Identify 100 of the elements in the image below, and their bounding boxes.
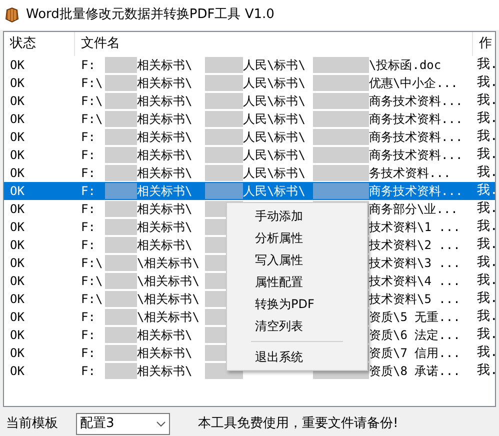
table-cell-text: 我. (476, 254, 495, 272)
table-cell-text: 我. (476, 110, 495, 128)
path-text: F: (81, 309, 96, 326)
path-text: 相关标书\ (137, 327, 194, 344)
table-cell-text: OK (9, 345, 26, 362)
path-text: 相关标书\ (137, 165, 194, 182)
column-header[interactable]: 文件名 (75, 32, 473, 56)
table-cell-text: 我. (476, 128, 495, 146)
path-text: 相关标书\ (137, 219, 194, 236)
table-cell-text: 我. (476, 92, 495, 110)
table-cell-text: 我. (476, 272, 495, 290)
status-message: 本工具免费使用，重要文件请备份! (198, 415, 398, 434)
app-icon (4, 7, 20, 23)
path-text: F: (81, 345, 96, 362)
mosaic-redaction (105, 273, 137, 289)
table-cell-text: 我. (476, 290, 495, 308)
path-text: 相关标书\ (137, 345, 194, 362)
path-text: F: (81, 147, 96, 164)
path-text: F:\ (81, 75, 104, 92)
path-text: 技术资料\3 ... (369, 255, 460, 272)
path-text: 人民\标书\ (243, 165, 306, 182)
path-text: 资质\5 无重... (369, 309, 460, 326)
path-text: 商务技术资料... (369, 93, 463, 110)
mosaic-redaction (313, 93, 369, 109)
column-header[interactable]: 作 (473, 32, 495, 56)
path-text: \相关标书\ (137, 273, 200, 290)
path-text: 相关标书\ (137, 75, 194, 92)
mosaic-redaction (313, 183, 369, 199)
window-title: Word批量修改元数据并转换PDF工具 V1.0 (26, 6, 274, 24)
table-cell-text: 我. (476, 344, 495, 362)
mosaic-redaction (313, 147, 369, 163)
mosaic-redaction (313, 57, 369, 73)
mosaic-redaction (205, 147, 243, 163)
path-text: F:\ (81, 273, 104, 290)
path-text: F: (81, 327, 96, 344)
menu-item[interactable]: 属性配置 (227, 271, 367, 293)
template-select[interactable]: 配置3 (76, 413, 170, 435)
path-text: 资质\6 法定... (369, 327, 460, 344)
path-text: F:\ (81, 291, 104, 308)
mosaic-redaction (313, 111, 369, 127)
path-text: 技术资料\2 ... (369, 237, 460, 254)
path-text: 优惠\中小企... (369, 75, 458, 92)
path-text: F: (81, 219, 96, 236)
table-cell-text: 我. (476, 236, 495, 254)
path-text: F: (81, 201, 96, 218)
path-text: F:\ (81, 111, 104, 128)
table-cell-text: OK (9, 129, 26, 146)
menu-item[interactable]: 手动添加 (227, 205, 367, 227)
menu-item[interactable]: 转换为PDF (227, 293, 367, 315)
path-text: 人民\标书\ (243, 57, 306, 74)
table-cell-text: 我. (476, 218, 495, 236)
table-cell-text: OK (9, 327, 26, 344)
mosaic-redaction (105, 219, 137, 235)
mosaic-redaction (205, 111, 243, 127)
mosaic-redaction (205, 57, 243, 73)
path-text: F: (81, 237, 96, 254)
mosaic-redaction (105, 201, 137, 217)
path-text: \相关标书\ (137, 291, 200, 308)
mosaic-redaction (105, 183, 137, 199)
path-text: 技术资料\1 ... (369, 219, 460, 236)
menu-item[interactable]: 退出系统 (227, 346, 367, 368)
path-text: 资质\7 信用... (369, 345, 460, 362)
path-text: F:\ (81, 255, 104, 272)
mosaic-redaction (105, 111, 137, 127)
mosaic-redaction (313, 165, 369, 181)
table-cell-text: OK (9, 75, 26, 92)
menu-item[interactable]: 清空列表 (227, 315, 367, 337)
path-text: 相关标书\ (137, 363, 194, 380)
table-cell-text: OK (9, 201, 26, 218)
path-text: 务技术资料... (369, 165, 451, 182)
table-cell-text: 我. (476, 182, 495, 200)
selected-row[interactable]: OK F: 相关标书\ 人民\标书\ 商务技术资料... 我. (4, 182, 495, 200)
path-text: 相关标书\ (137, 183, 194, 200)
path-text: F: (81, 183, 96, 200)
mosaic-redaction (205, 75, 243, 91)
chevron-down-icon (156, 421, 166, 427)
menu-item[interactable]: 写入属性 (227, 249, 367, 271)
table-cell-text: OK (9, 93, 26, 110)
table-cell-text: OK (9, 165, 26, 182)
table-cell-text: 我. (476, 200, 495, 218)
mosaic-redaction (105, 57, 137, 73)
path-text: 相关标书\ (137, 93, 194, 110)
path-text: F: (81, 129, 96, 146)
mosaic-redaction (105, 75, 137, 91)
table-cell-text: OK (9, 147, 26, 164)
mosaic-redaction (205, 165, 243, 181)
mosaic-redaction (105, 93, 137, 109)
mosaic-redaction (313, 129, 369, 145)
column-header[interactable]: 状态 (4, 32, 75, 56)
menu-item[interactable]: 分析属性 (227, 227, 367, 249)
path-text: 商务技术资料... (369, 147, 463, 164)
mosaic-redaction (105, 129, 137, 145)
table-cell-text: 我. (476, 146, 495, 164)
path-text: 商务技术资料... (369, 183, 463, 200)
path-text: 技术资料\4 ... (369, 273, 460, 290)
path-text: \相关标书\ (137, 255, 200, 272)
table-cell-text: OK (9, 237, 26, 254)
table-cell-text: OK (9, 291, 26, 308)
table-cell-text: 我. (476, 164, 495, 182)
table-cell-text: OK (9, 273, 26, 290)
